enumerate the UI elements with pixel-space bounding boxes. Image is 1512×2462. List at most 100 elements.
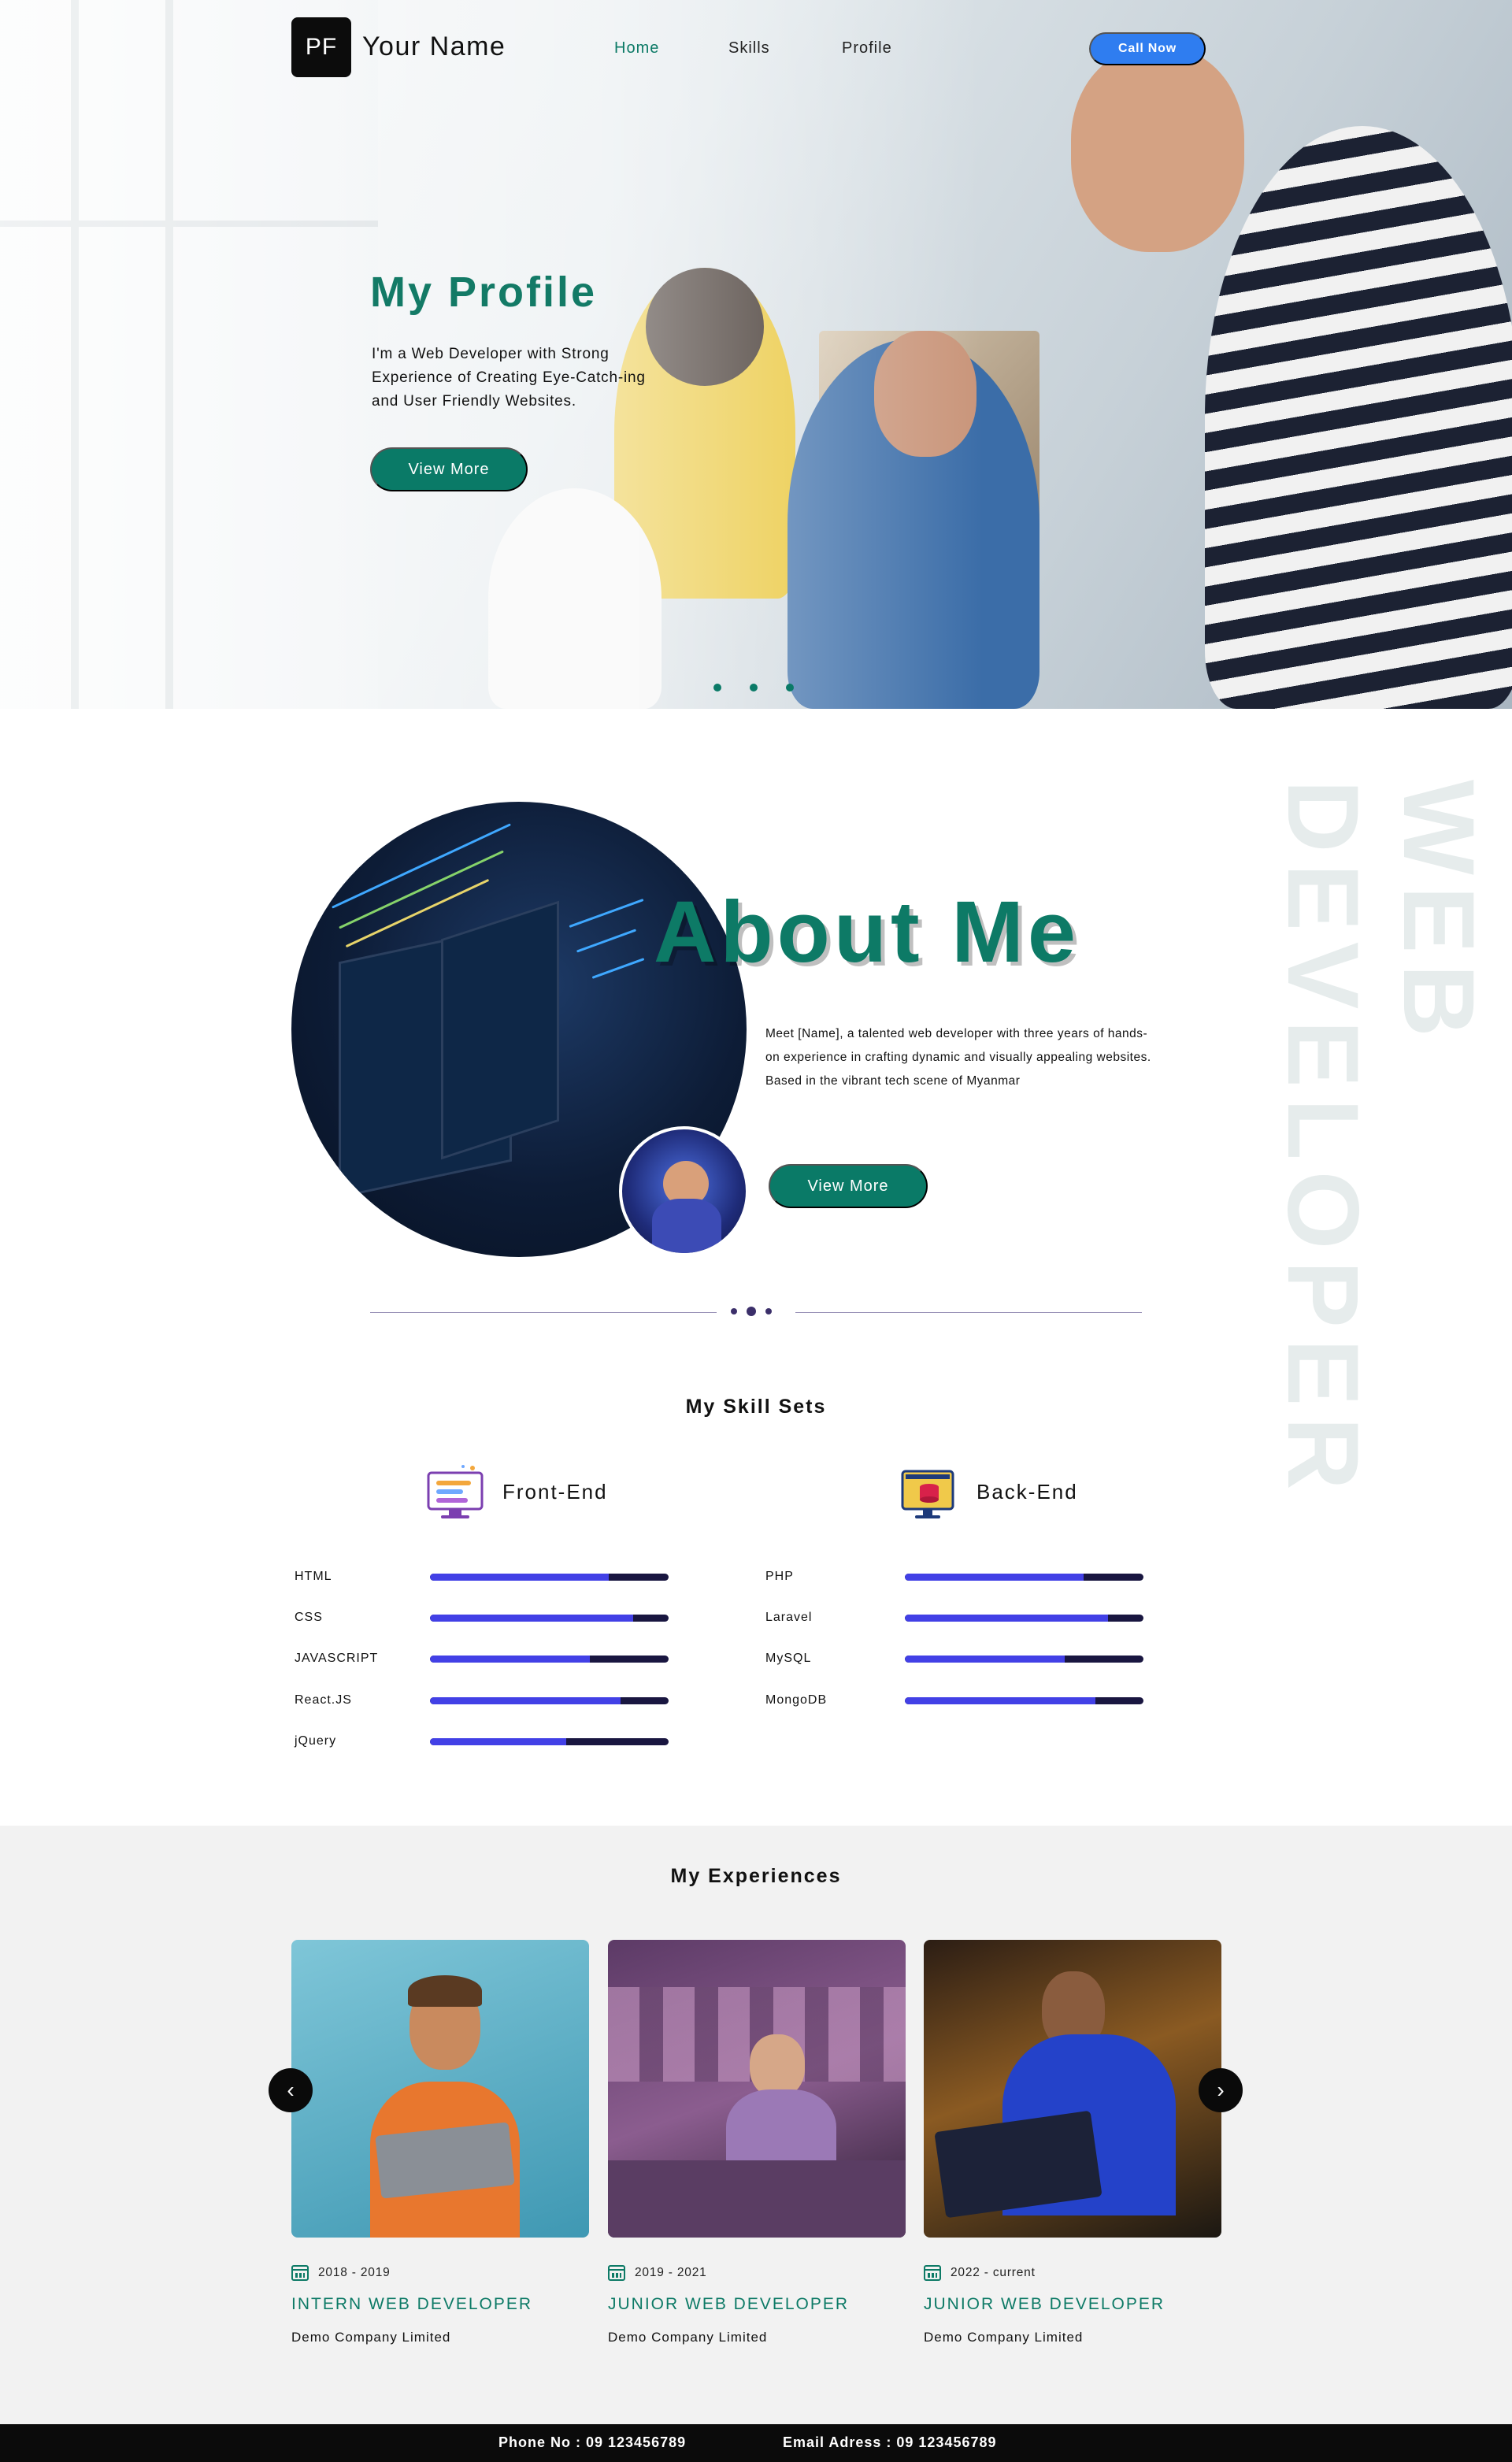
- about-view-more-button[interactable]: View More: [769, 1164, 928, 1208]
- about-description: Meet [Name], a talented web developer wi…: [765, 1027, 1151, 1088]
- skill-progress-bar: [905, 1697, 1143, 1704]
- chevron-right-icon: ›: [1217, 2078, 1225, 2102]
- skill-group-label: Front-End: [502, 1479, 608, 1504]
- skill-row-laravel: Laravel: [765, 1611, 1143, 1627]
- skill-name: Laravel: [765, 1611, 813, 1624]
- skill-name: CSS: [295, 1611, 323, 1624]
- code-line: [339, 850, 504, 929]
- experience-role: INTERN WEB DEVELOPER: [291, 2295, 533, 2313]
- experience-role: JUNIOR WEB DEVELOPER: [924, 2295, 1166, 2313]
- call-now-button[interactable]: Call Now: [1089, 32, 1206, 65]
- experience-card[interactable]: [608, 1940, 906, 2238]
- nav-link-profile[interactable]: Profile: [842, 39, 892, 57]
- experiences-title: My Experiences: [670, 1865, 842, 1887]
- code-line: [576, 929, 637, 953]
- hero-title: My Profile: [370, 269, 598, 316]
- skill-progress-fill: [430, 1615, 633, 1622]
- experience-date: 2022 - current: [924, 2265, 1036, 2281]
- experience-date: 2018 - 2019: [291, 2265, 391, 2281]
- experience-date-text: 2019 - 2021: [635, 2266, 707, 2279]
- about-image-screen: [441, 900, 559, 1160]
- about-title: About Me: [654, 884, 1080, 981]
- nav-link-skills[interactable]: Skills: [728, 39, 770, 57]
- carousel-dot[interactable]: [713, 684, 721, 692]
- experience-company: Demo Company Limited: [291, 2330, 451, 2345]
- divider-line-left: [370, 1312, 717, 1313]
- divider-dots: [731, 1307, 772, 1316]
- footer: Phone No : 09 123456789 Email Adress : 0…: [0, 2424, 1512, 2462]
- skill-progress-bar: [430, 1697, 669, 1704]
- illustration-hair: [408, 1975, 482, 2007]
- experience-date-text: 2018 - 2019: [318, 2266, 391, 2279]
- skill-progress-fill: [430, 1697, 621, 1704]
- skill-progress-fill: [430, 1574, 610, 1581]
- divider-dot: [747, 1307, 756, 1316]
- chevron-left-icon: ‹: [287, 2078, 295, 2102]
- calendar-icon: [924, 2265, 941, 2281]
- skill-group-frontend-header: Front-End: [425, 1463, 608, 1520]
- skills-title: My Skill Sets: [685, 1396, 827, 1418]
- nav-link-home[interactable]: Home: [614, 39, 659, 57]
- skill-progress-bar: [430, 1574, 669, 1581]
- hero-section: [0, 0, 1512, 709]
- experience-company: Demo Company Limited: [608, 2330, 768, 2345]
- experience-company: Demo Company Limited: [924, 2330, 1084, 2345]
- divider-dot: [765, 1308, 772, 1314]
- skill-progress-bar: [905, 1656, 1143, 1663]
- skill-progress-bar: [430, 1656, 669, 1663]
- experience-card[interactable]: [924, 1940, 1221, 2238]
- experience-card[interactable]: [291, 1940, 589, 2238]
- top-nav: PF Your Name Home Skills Profile Call No…: [0, 0, 1512, 98]
- carousel-dot[interactable]: [750, 684, 758, 692]
- experience-image: [291, 1940, 589, 2238]
- skill-name: MongoDB: [765, 1693, 828, 1707]
- skill-row-jquery: jQuery: [295, 1734, 673, 1751]
- experience-date-text: 2022 - current: [951, 2266, 1036, 2279]
- skill-progress-bar: [905, 1615, 1143, 1622]
- logo[interactable]: PF: [291, 17, 351, 77]
- skill-progress-fill: [430, 1738, 566, 1745]
- skill-group-label: Back-End: [976, 1479, 1078, 1504]
- brand-name[interactable]: Your Name: [362, 32, 506, 62]
- skill-progress-bar: [430, 1738, 669, 1745]
- hero-view-more-button[interactable]: View More: [370, 447, 528, 491]
- calendar-icon: [291, 2265, 309, 2281]
- skill-name: JAVASCRIPT: [295, 1652, 379, 1665]
- skill-row-php: PHP: [765, 1570, 1143, 1586]
- hero-description: I'm a Web Developer with Strong Experien…: [372, 346, 646, 410]
- skill-name: HTML: [295, 1570, 332, 1583]
- skill-progress-fill: [430, 1656, 590, 1663]
- skill-row-html: HTML: [295, 1570, 673, 1586]
- experience-image: [608, 1940, 906, 2238]
- skill-row-react: React.JS: [295, 1693, 673, 1710]
- code-line: [591, 958, 645, 979]
- experience-image: [924, 1940, 1221, 2238]
- monitor-icon: [425, 1463, 485, 1520]
- carousel-dot[interactable]: [786, 684, 794, 692]
- skill-name: MySQL: [765, 1652, 812, 1665]
- skill-progress-fill: [905, 1574, 1084, 1581]
- divider-dot: [731, 1308, 737, 1314]
- skill-progress-fill: [905, 1697, 1096, 1704]
- skill-progress-bar: [905, 1574, 1143, 1581]
- carousel-prev-button[interactable]: ‹: [269, 2068, 313, 2112]
- carousel-next-button[interactable]: ›: [1199, 2068, 1243, 2112]
- experience-date: 2019 - 2021: [608, 2265, 707, 2281]
- illustration-head: [750, 2034, 805, 2097]
- footer-email[interactable]: Email Adress : 09 123456789: [783, 2434, 997, 2451]
- skill-name: PHP: [765, 1570, 794, 1583]
- divider-line-right: [795, 1312, 1142, 1313]
- skill-progress-bar: [430, 1615, 669, 1622]
- hero-carousel-dots: [713, 684, 794, 692]
- experience-role: JUNIOR WEB DEVELOPER: [608, 2295, 850, 2313]
- code-line: [332, 823, 511, 909]
- avatar-body: [652, 1199, 721, 1253]
- skill-progress-fill: [905, 1656, 1065, 1663]
- skill-row-css: CSS: [295, 1611, 673, 1627]
- vertical-decorative-text: WEB DEVELOPER: [1266, 780, 1495, 1501]
- skill-name: jQuery: [295, 1734, 337, 1748]
- about-avatar-illustration: [619, 1126, 749, 1256]
- skill-row-mysql: MySQL: [765, 1652, 1143, 1668]
- footer-phone[interactable]: Phone No : 09 123456789: [498, 2434, 686, 2451]
- code-line: [569, 898, 644, 929]
